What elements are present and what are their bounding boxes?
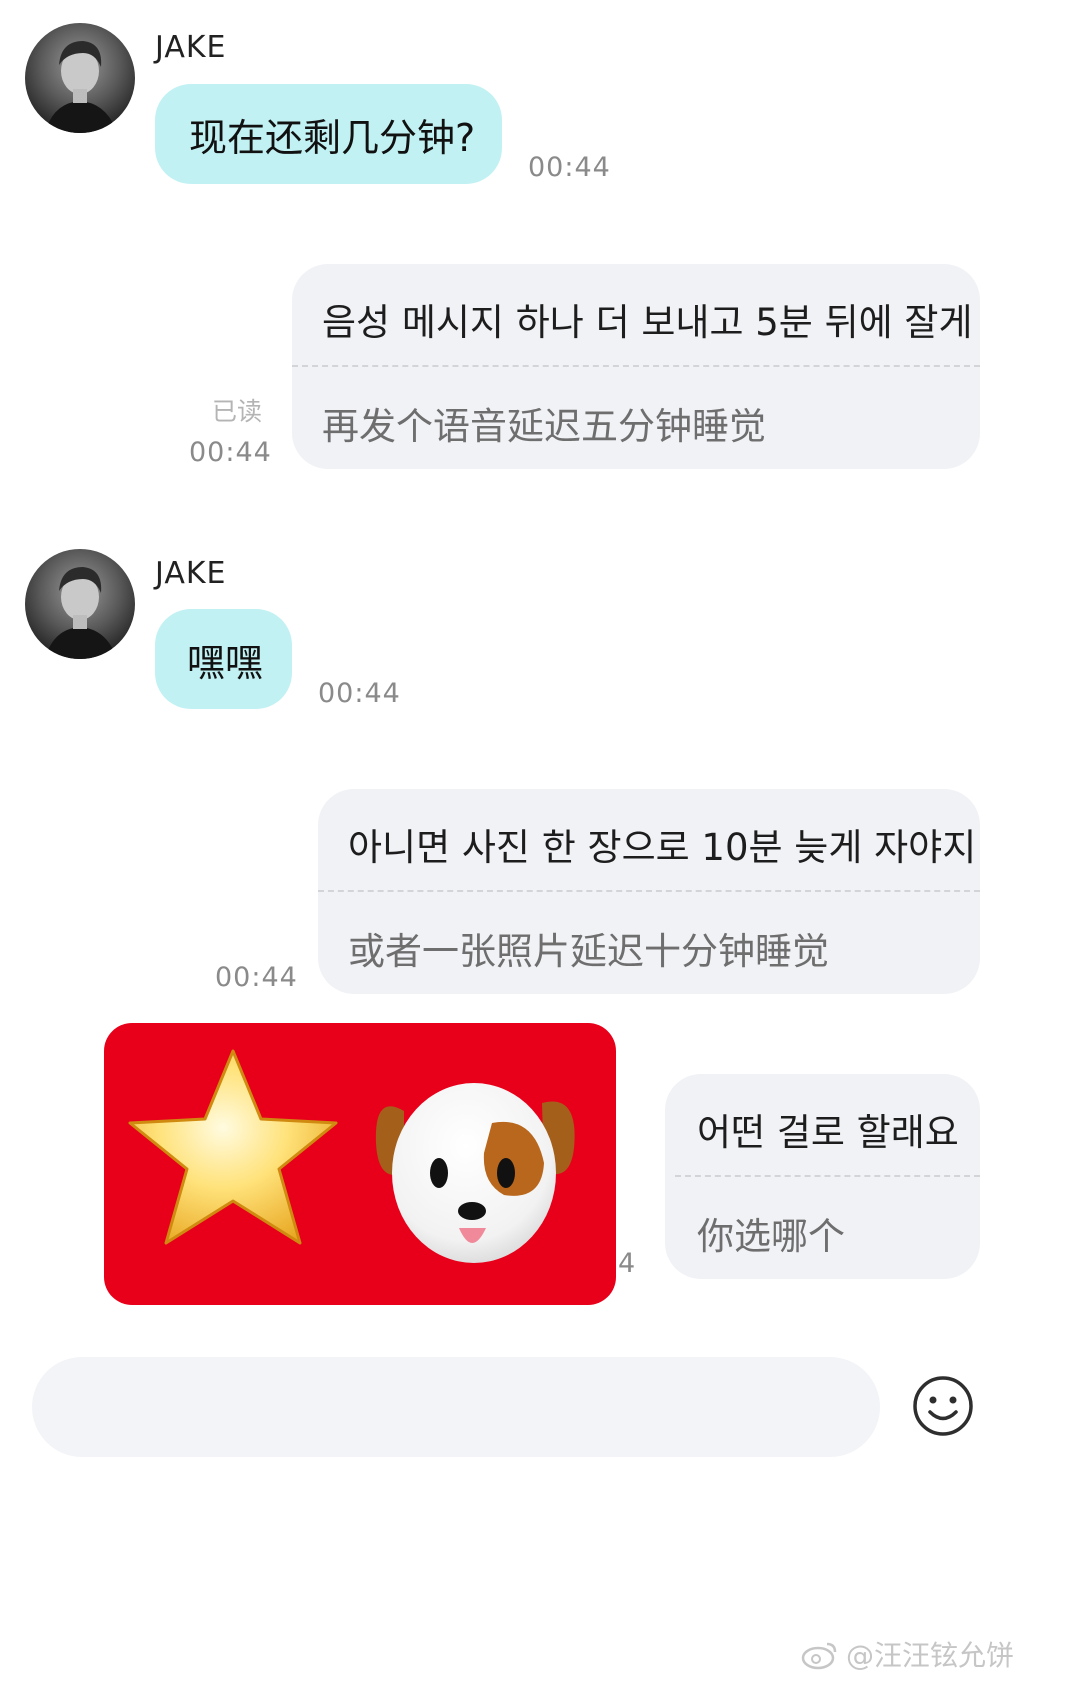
translation-divider — [292, 365, 980, 367]
star-icon — [128, 1049, 338, 1245]
message-text-korean: 어떤 걸로 할래요 — [697, 1111, 959, 1154]
message-time: 00:44 — [318, 678, 401, 709]
incoming-message-bubble[interactable]: 现在还剩几分钟? — [155, 84, 502, 184]
message-text-korean: 아니면 사진 한 장으로 10분 늦게 자야지 — [348, 826, 977, 869]
translation-divider — [675, 1175, 980, 1177]
translation-divider — [318, 890, 980, 892]
avatar[interactable] — [25, 549, 135, 659]
watermark: @汪汪铉允饼 — [800, 1634, 1014, 1674]
message-translation: 再发个语音延迟五分钟睡觉 — [322, 405, 766, 448]
message-time: 00:44 — [215, 962, 298, 993]
outgoing-message-bubble[interactable]: 음성 메시지 하나 더 보내고 5분 뒤에 잘게 再发个语音延迟五分钟睡觉 — [292, 264, 980, 469]
avatar[interactable] — [25, 23, 135, 133]
watermark-text: @汪汪铉允饼 — [846, 1639, 1015, 1672]
message-translation: 或者一张照片延迟十分钟睡觉 — [348, 930, 829, 973]
smiley-icon — [913, 1376, 973, 1436]
dog-face-icon — [375, 1083, 575, 1263]
read-receipt: 已读 — [212, 397, 263, 426]
avatar-portrait — [45, 567, 117, 659]
outgoing-message-bubble[interactable]: 아니면 사진 한 장으로 10분 늦게 자야지 或者一张照片延迟十分钟睡觉 — [318, 789, 980, 994]
avatar-portrait — [45, 41, 117, 133]
emoji-button[interactable] — [910, 1373, 976, 1443]
message-text: 嘿嘿 — [187, 640, 264, 685]
message-time: 4 — [618, 1248, 637, 1279]
sender-name: JAKE — [155, 30, 227, 65]
sticker-art — [128, 1049, 575, 1263]
outgoing-message-bubble[interactable]: 어떤 걸로 할래요 你选哪个 — [665, 1074, 980, 1279]
weibo-logo-icon — [801, 1642, 837, 1670]
message-time: 00:44 — [189, 437, 272, 468]
sender-name: JAKE — [155, 556, 227, 591]
message-time: 00:44 — [528, 152, 611, 183]
message-translation: 你选哪个 — [697, 1215, 845, 1258]
incoming-message-bubble[interactable]: 嘿嘿 — [155, 609, 292, 709]
sticker-card[interactable] — [104, 1023, 616, 1305]
message-input[interactable] — [32, 1357, 880, 1457]
message-text: 现在还剩几分钟? — [189, 115, 476, 160]
message-text-korean: 음성 메시지 하나 더 보내고 5분 뒤에 잘게 — [322, 301, 973, 344]
